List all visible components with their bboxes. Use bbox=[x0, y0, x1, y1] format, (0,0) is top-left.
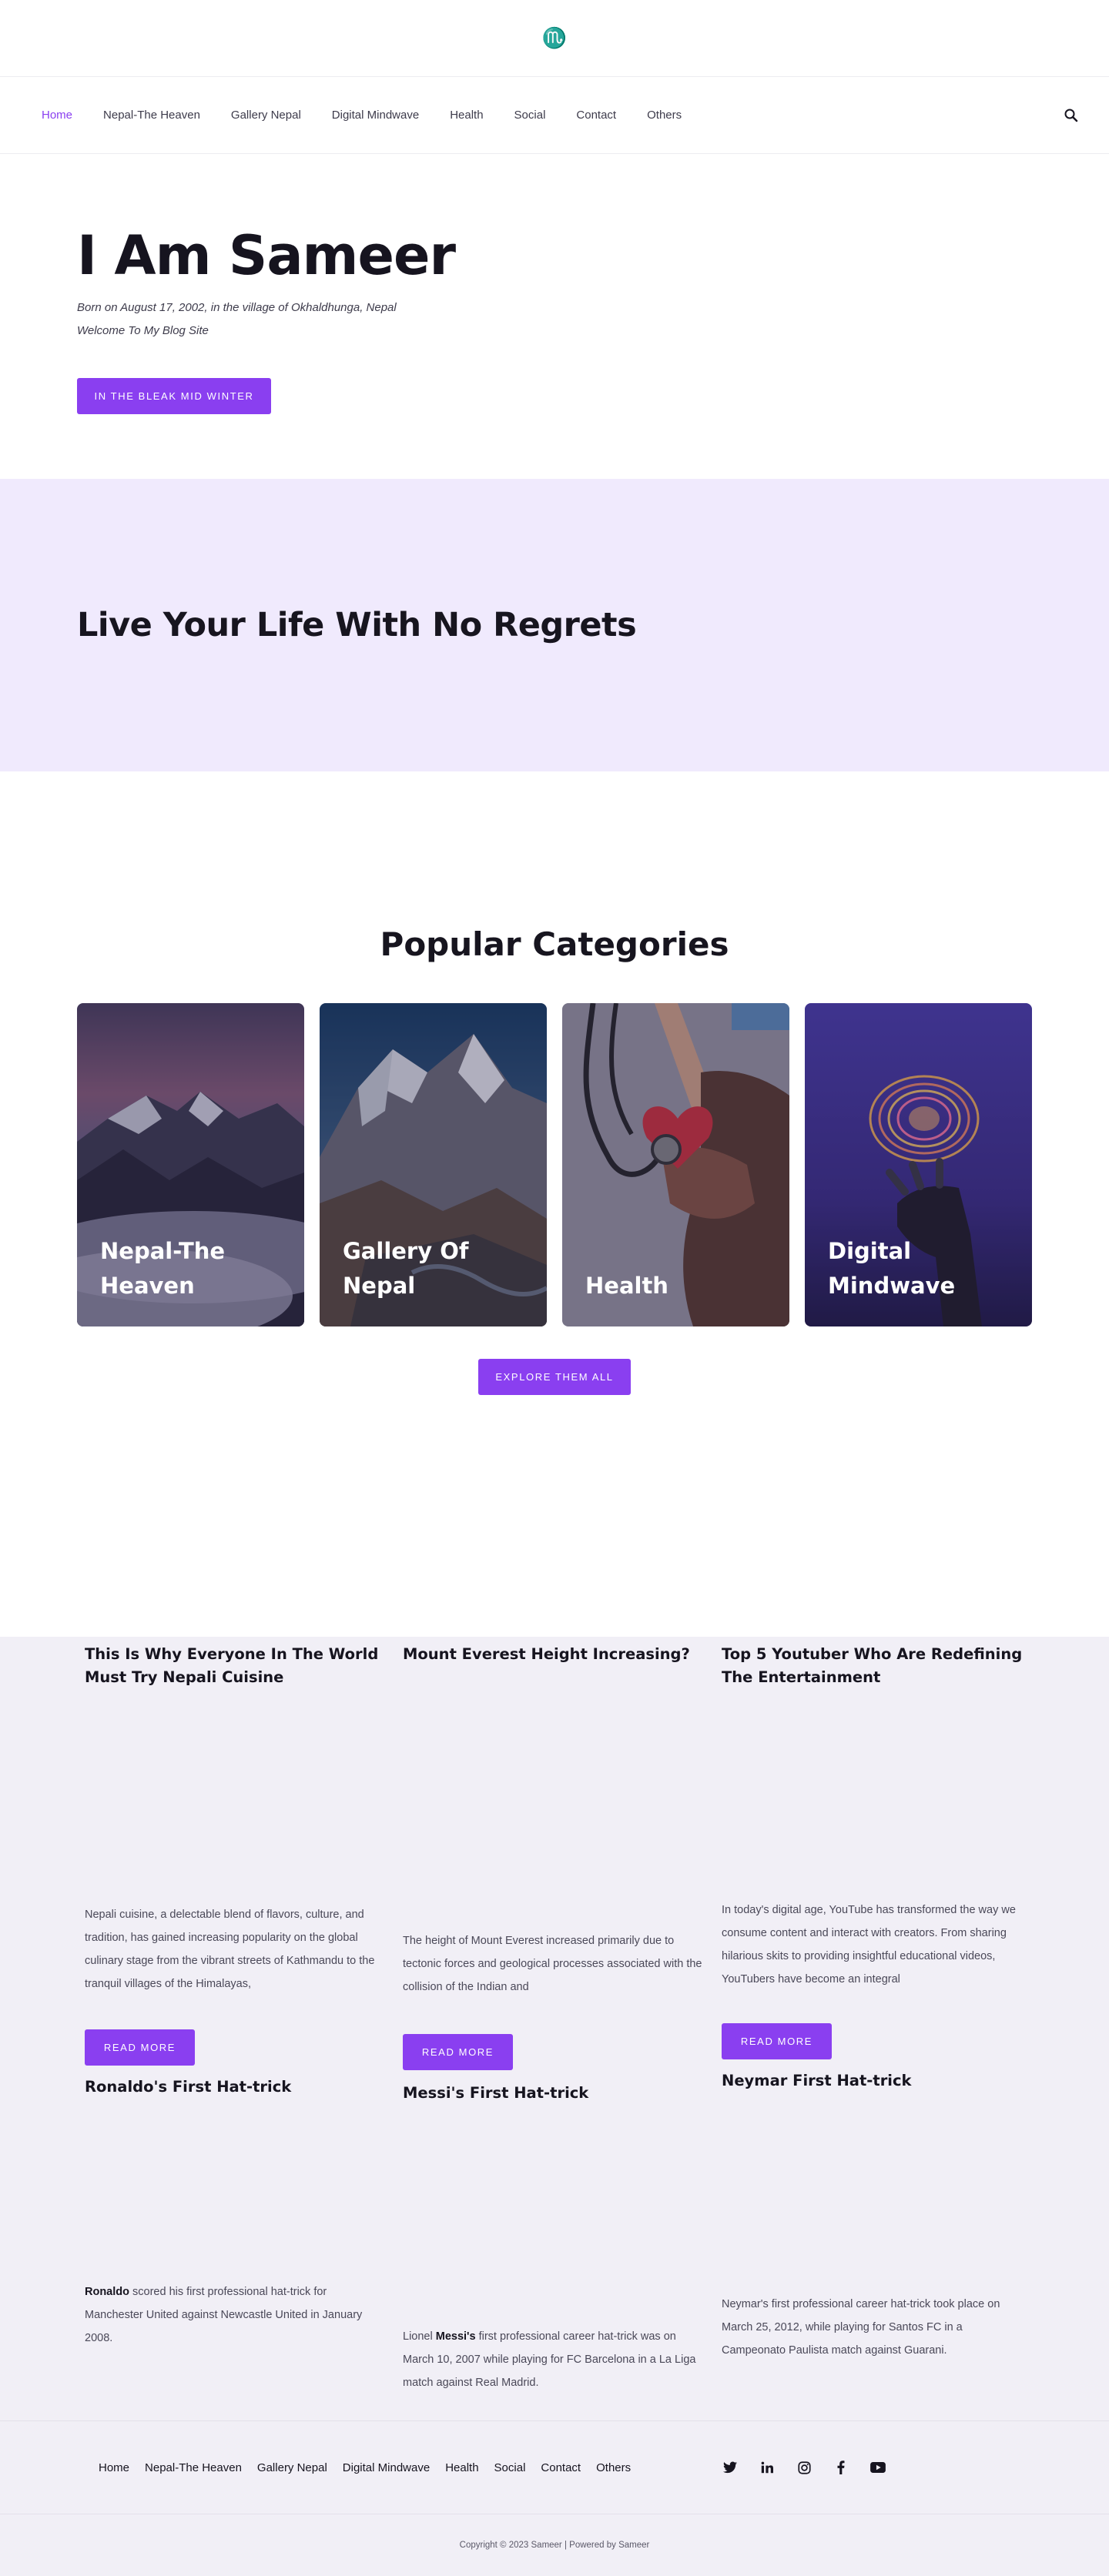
copyright-text: Copyright © 2023 Sameer | Powered by Sam… bbox=[459, 2541, 650, 2550]
copyright-bar: Copyright © 2023 Sameer | Powered by Sam… bbox=[0, 2514, 1109, 2576]
post-excerpt: Ronaldo scored his first professional ha… bbox=[85, 2280, 387, 2350]
footer-nav-social[interactable]: Social bbox=[494, 2461, 526, 2474]
social-links bbox=[722, 2460, 886, 2475]
nav-item-health[interactable]: Health bbox=[450, 109, 483, 122]
post-excerpt-pre: Lionel bbox=[403, 2330, 436, 2343]
hero-welcome-line: Welcome To My Blog Site bbox=[77, 323, 209, 337]
category-label: Health bbox=[585, 1273, 668, 1299]
post-title[interactable]: Neymar First Hat-trick bbox=[722, 2069, 1024, 2093]
nav-item-home[interactable]: Home bbox=[42, 109, 72, 122]
read-more-button[interactable]: Read More bbox=[85, 2029, 195, 2066]
post-excerpt: The height of Mount Everest increased pr… bbox=[403, 1935, 702, 1993]
instagram-icon[interactable] bbox=[796, 2460, 812, 2475]
blog-posts-section: This Is Why Everyone In The World Must T… bbox=[0, 1637, 1109, 2420]
read-more-button[interactable]: Read More bbox=[403, 2034, 513, 2070]
category-label: Digital Mindwave bbox=[828, 1238, 956, 1299]
post-neymar-hat-trick: Neymar First Hat-trick Neymar's first pr… bbox=[722, 2069, 1024, 2377]
category-card-digital-mindwave[interactable]: Digital Mindwave bbox=[805, 1003, 1032, 1326]
main-nav: Home Nepal-The Heaven Gallery Nepal Digi… bbox=[0, 77, 1109, 154]
footer-nav-nepal-the-heaven[interactable]: Nepal-The Heaven bbox=[145, 2461, 242, 2474]
search-icon[interactable] bbox=[1063, 107, 1080, 124]
footer-nav-contact[interactable]: Contact bbox=[541, 2461, 581, 2474]
twitter-icon[interactable] bbox=[722, 2460, 738, 2475]
nav-item-digital-mindwave[interactable]: Digital Mindwave bbox=[332, 109, 419, 122]
hero-section: I Am Sameer Born on August 17, 2002, in … bbox=[0, 154, 1109, 479]
category-card-nepal-the-heaven[interactable]: Nepal-The Heaven bbox=[77, 1003, 304, 1326]
quote-section: Live Your Life With No Regrets bbox=[0, 479, 1109, 771]
category-card-gallery-of-nepal[interactable]: Gallery Of Nepal bbox=[320, 1003, 547, 1326]
post-excerpt-bold: Ronaldo bbox=[85, 2286, 129, 2298]
post-ronaldo-hat-trick: Ronaldo's First Hat-trick Ronaldo scored… bbox=[85, 2076, 387, 2384]
footer-nav-gallery-nepal[interactable]: Gallery Nepal bbox=[257, 2461, 327, 2474]
footer-nav-health[interactable]: Health bbox=[445, 2461, 478, 2474]
post-messi-hat-trick: Messi's First Hat-trick Lionel Messi's f… bbox=[403, 2082, 705, 2390]
popular-categories-section: Popular Categories Nepal-The Heaven Gall… bbox=[0, 771, 1109, 1637]
category-label: Nepal-The Heaven bbox=[100, 1238, 226, 1299]
footer-nav-digital-mindwave[interactable]: Digital Mindwave bbox=[343, 2461, 430, 2474]
hero-cta-button[interactable]: In The Bleak Mid Winter bbox=[77, 377, 271, 414]
nav-item-nepal-the-heaven[interactable]: Nepal-The Heaven bbox=[103, 109, 200, 122]
category-label: Gallery Of Nepal bbox=[343, 1238, 469, 1299]
post-title[interactable]: Ronaldo's First Hat-trick bbox=[85, 2076, 387, 2099]
post-nepali-cuisine: This Is Why Everyone In The World Must T… bbox=[85, 1643, 387, 2066]
explore-wrap: Explore Them All bbox=[0, 1359, 1109, 1395]
post-title[interactable]: This Is Why Everyone In The World Must T… bbox=[85, 1643, 387, 1689]
category-grid: Nepal-The Heaven Gallery Of Nepal Health… bbox=[0, 1003, 1109, 1326]
post-excerpt: In today's digital age, YouTube has tran… bbox=[722, 1904, 1016, 1986]
post-title[interactable]: Top 5 Youtuber Who Are Redefining The En… bbox=[722, 1643, 1024, 1689]
categories-title: Popular Categories bbox=[380, 925, 729, 963]
post-excerpt: Nepali cuisine, a delectable blend of fl… bbox=[85, 1909, 375, 1990]
site-header: ♏ bbox=[0, 0, 1109, 77]
explore-them-all-button[interactable]: Explore Them All bbox=[478, 1359, 631, 1395]
post-excerpt-bold: Messi's bbox=[435, 2330, 476, 2343]
youtube-icon[interactable] bbox=[870, 2460, 886, 2475]
nav-item-contact[interactable]: Contact bbox=[576, 109, 616, 122]
nav-item-gallery-nepal[interactable]: Gallery Nepal bbox=[231, 109, 301, 122]
site-logo[interactable]: ♏ bbox=[542, 27, 567, 50]
post-excerpt: Neymar's first professional career hat-t… bbox=[722, 2298, 1000, 2357]
post-title[interactable]: Mount Everest Height Increasing? bbox=[403, 1643, 705, 1666]
facebook-icon[interactable] bbox=[833, 2460, 849, 2475]
read-more-button[interactable]: Read More bbox=[722, 2023, 832, 2059]
hero-title: I Am Sameer bbox=[77, 224, 456, 287]
site-footer: Home Nepal-The Heaven Gallery Nepal Digi… bbox=[0, 2420, 1109, 2576]
post-excerpt: Lionel Messi's first professional career… bbox=[403, 2325, 705, 2394]
nav-item-social[interactable]: Social bbox=[514, 109, 546, 122]
linkedin-icon[interactable] bbox=[759, 2460, 775, 2475]
hero-subtitle: Born on August 17, 2002, in the village … bbox=[77, 296, 1032, 343]
post-mount-everest: Mount Everest Height Increasing? The hei… bbox=[403, 1643, 705, 2070]
footer-nav-others[interactable]: Others bbox=[596, 2461, 631, 2474]
post-top-youtubers: Top 5 Youtuber Who Are Redefining The En… bbox=[722, 1643, 1024, 2059]
nav-item-others[interactable]: Others bbox=[647, 109, 682, 122]
footer-nav-home[interactable]: Home bbox=[99, 2461, 129, 2474]
quote-heading: Live Your Life With No Regrets bbox=[77, 606, 637, 644]
category-card-health[interactable]: Health bbox=[562, 1003, 789, 1326]
hero-birth-line: Born on August 17, 2002, in the village … bbox=[77, 300, 397, 314]
post-title[interactable]: Messi's First Hat-trick bbox=[403, 2082, 705, 2105]
footer-nav: Home Nepal-The Heaven Gallery Nepal Digi… bbox=[0, 2420, 1109, 2514]
